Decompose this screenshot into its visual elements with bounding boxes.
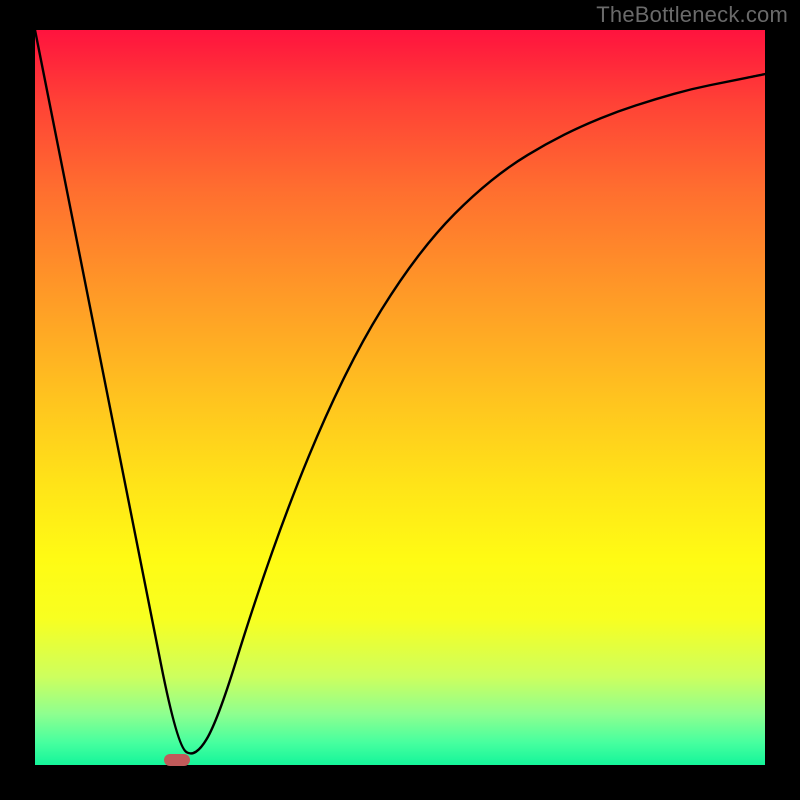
plot-area [35, 30, 765, 765]
optimal-marker [164, 754, 190, 766]
bottleneck-curve [35, 30, 765, 753]
chart-frame: TheBottleneck.com [0, 0, 800, 800]
curve-svg [35, 30, 765, 765]
attribution-label: TheBottleneck.com [596, 2, 788, 28]
